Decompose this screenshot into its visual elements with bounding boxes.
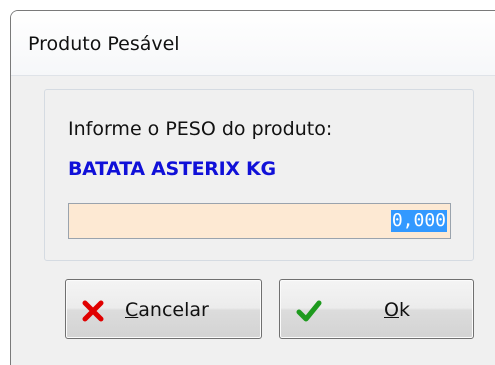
weight-input-value: 0,000 — [390, 210, 447, 232]
ok-accelerator: O — [384, 299, 399, 321]
weight-group-box: Informe o PESO do produto: BATATA ASTERI… — [44, 89, 474, 261]
ok-button[interactable]: Ok — [279, 279, 474, 339]
dialog-window: Produto Pesável Informe o PESO do produt… — [10, 10, 495, 365]
weight-input[interactable]: 0,000 — [68, 203, 451, 239]
cancel-button[interactable]: Cancelar — [65, 279, 262, 339]
product-name: BATATA ASTERIX KG — [68, 158, 276, 180]
cancel-label-rest: ancelar — [138, 299, 209, 321]
x-icon — [82, 300, 104, 322]
ok-button-label: Ok — [384, 298, 410, 322]
window-title: Produto Pesável — [28, 33, 180, 55]
weight-prompt-label: Informe o PESO do produto: — [68, 118, 333, 140]
cancel-button-label: Cancelar — [125, 298, 209, 322]
cancel-accelerator: C — [125, 299, 139, 321]
ok-label-rest: k — [398, 299, 410, 321]
checkmark-icon — [296, 300, 322, 322]
title-bar[interactable]: Produto Pesável — [11, 11, 495, 76]
